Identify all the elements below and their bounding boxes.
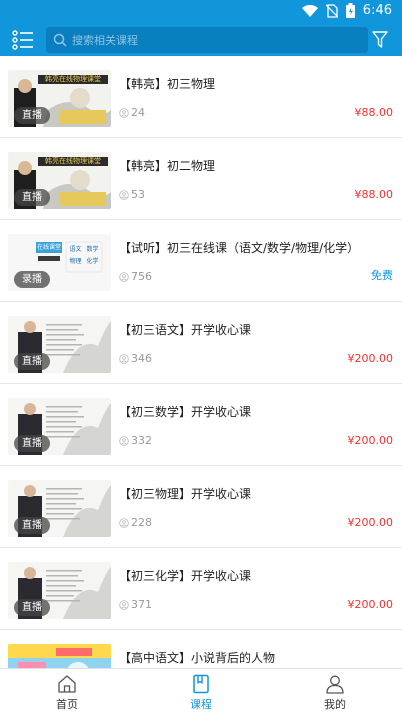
- tab-label: 首页: [56, 697, 78, 711]
- enroll-count-value: 756: [131, 270, 152, 283]
- online-subject: 物理: [69, 258, 82, 265]
- course-row[interactable]: 韩亮在线物理课堂 直播 【韩亮】初二物理 53 ¥88.00: [0, 138, 402, 220]
- filter-icon[interactable]: [372, 31, 388, 49]
- course-thumbnail: 直播: [8, 316, 111, 373]
- course-title: 【试听】初三在线课（语文/数学/物理/化学）: [119, 241, 360, 255]
- battery-icon: [345, 3, 355, 18]
- course-thumbnail: [8, 644, 111, 668]
- online-thumb-heading: 在线课堂: [36, 244, 61, 251]
- course-price: ¥88.00: [354, 188, 394, 201]
- online-subject: 数学: [86, 246, 99, 253]
- course-thumbnail: 直播: [8, 480, 111, 537]
- course-row[interactable]: 直播 【初三语文】开学收心课 346 ¥200.00: [0, 302, 402, 384]
- user-count-icon: [119, 189, 129, 200]
- search-icon: [53, 33, 67, 47]
- user-count-icon: [119, 107, 129, 118]
- course-price: ¥200.00: [347, 434, 394, 447]
- user-count-icon: [119, 271, 129, 282]
- live-badge: 直播: [14, 517, 50, 534]
- course-title: 【初三物理】开学收心课: [119, 487, 252, 501]
- recorded-badge: 录播: [14, 271, 50, 288]
- course-title: 【韩亮】初三物理: [119, 77, 216, 91]
- user-count-icon: [119, 599, 129, 610]
- status-time: 6:46: [362, 3, 392, 18]
- enroll-count: 332: [119, 434, 152, 447]
- enroll-count-value: 371: [131, 598, 152, 611]
- user-count-icon: [119, 435, 129, 446]
- live-badge: 直播: [14, 353, 50, 370]
- top-bar: [0, 24, 402, 56]
- tab-label: 我的: [324, 697, 346, 711]
- course-price: ¥200.00: [347, 598, 394, 611]
- course-price: ¥88.00: [354, 106, 394, 119]
- status-icons: 6:46: [301, 3, 392, 18]
- user-count-icon: [119, 517, 129, 528]
- han-thumb-heading: 韩亮在线物理课堂: [45, 75, 101, 83]
- course-price: 免费: [371, 269, 393, 282]
- bottom-tab-bar: 首页 课程 我的: [0, 668, 402, 716]
- status-bar: 6:46: [0, 0, 402, 24]
- enroll-count: 346: [119, 352, 152, 365]
- live-badge: 直播: [14, 107, 50, 124]
- course-title: 【初三化学】开学收心课: [119, 569, 252, 583]
- user-icon: [326, 675, 344, 694]
- tab-courses[interactable]: 课程: [134, 669, 268, 716]
- tab-home[interactable]: 首页: [0, 669, 134, 716]
- han-thumb-heading: 韩亮在线物理课堂: [45, 157, 101, 165]
- user-count-icon: [119, 353, 129, 364]
- home-icon: [58, 674, 76, 693]
- menu-icon[interactable]: [12, 30, 34, 50]
- enroll-count-value: 24: [131, 106, 145, 119]
- enroll-count-value: 332: [131, 434, 152, 447]
- course-title: 【韩亮】初二物理: [119, 159, 216, 173]
- course-list: 韩亮在线物理课堂 直播 【韩亮】初三物理 24 ¥88.00 韩亮在线物理课堂 …: [0, 56, 402, 668]
- enroll-count-value: 228: [131, 516, 152, 529]
- course-thumbnail: 直播: [8, 562, 111, 619]
- course-thumbnail: 韩亮在线物理课堂 直播: [8, 152, 111, 209]
- course-row[interactable]: 在线课堂 语文 数学 物理 化学 录播 【试听】初三在线课（语文/数学/物理/化…: [0, 220, 402, 302]
- book-icon: [193, 674, 209, 693]
- enroll-count: 24: [119, 106, 145, 119]
- course-title: 【初三语文】开学收心课: [119, 323, 252, 337]
- search-bar[interactable]: [46, 27, 368, 53]
- course-row[interactable]: 直播 【初三数学】开学收心课 332 ¥200.00: [0, 384, 402, 466]
- enroll-count: 756: [119, 270, 152, 283]
- search-input[interactable]: [72, 27, 362, 53]
- enroll-count-value: 346: [131, 352, 152, 365]
- tab-label: 课程: [190, 697, 212, 711]
- course-thumbnail: 直播: [8, 398, 111, 455]
- course-title: 【高中语文】小说背后的人物: [119, 651, 276, 665]
- course-title: 【初三数学】开学收心课: [119, 405, 252, 419]
- enroll-count: 228: [119, 516, 152, 529]
- course-price: ¥200.00: [347, 352, 394, 365]
- online-subject: 语文: [69, 246, 82, 253]
- course-thumbnail: 韩亮在线物理课堂 直播: [8, 70, 111, 127]
- tab-profile[interactable]: 我的: [268, 669, 402, 716]
- course-row[interactable]: 【高中语文】小说背后的人物: [0, 630, 402, 668]
- wifi-icon: [301, 4, 318, 17]
- course-row[interactable]: 直播 【初三物理】开学收心课 228 ¥200.00: [0, 466, 402, 548]
- course-row[interactable]: 直播 【初三化学】开学收心课 371 ¥200.00: [0, 548, 402, 630]
- online-subject: 化学: [86, 258, 99, 265]
- live-badge: 直播: [14, 189, 50, 206]
- enroll-count: 53: [119, 188, 145, 201]
- live-badge: 直播: [14, 435, 50, 452]
- no-sim-icon: [325, 3, 338, 18]
- course-thumbnail: 在线课堂 语文 数学 物理 化学 录播: [8, 234, 111, 291]
- course-price: ¥200.00: [347, 516, 394, 529]
- enroll-count-value: 53: [131, 188, 145, 201]
- enroll-count: 371: [119, 598, 152, 611]
- live-badge: 直播: [14, 599, 50, 616]
- course-row[interactable]: 韩亮在线物理课堂 直播 【韩亮】初三物理 24 ¥88.00: [0, 56, 402, 138]
- online-thumb-subjects: 语文 数学 物理 化学: [67, 244, 101, 265]
